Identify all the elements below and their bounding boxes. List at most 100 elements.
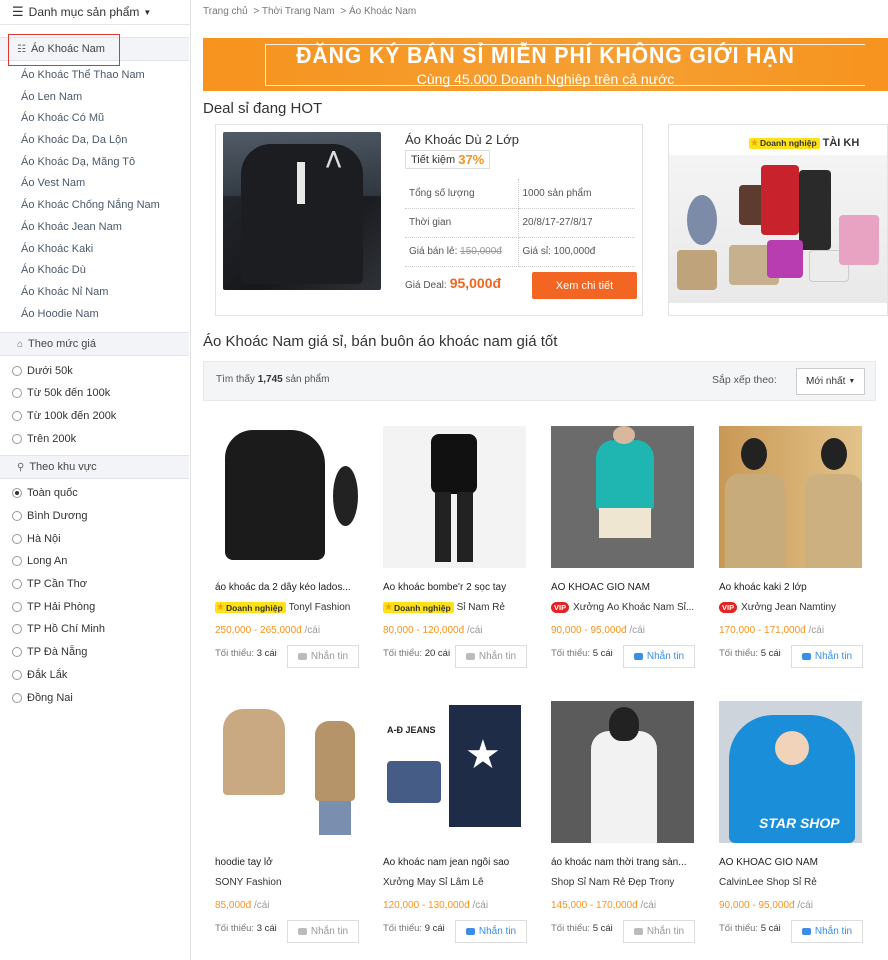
product-name[interactable]: hoodie tay lở <box>215 857 363 868</box>
product-shop[interactable]: SONY Fashion <box>215 877 367 888</box>
region-option[interactable]: TP Đà Nẵng <box>12 641 190 664</box>
product-shop[interactable]: CalvinLee Shop Sỉ Rẻ <box>719 877 871 888</box>
subcategory-item[interactable]: Áo Hoodie Nam <box>21 304 190 326</box>
product-image[interactable]: ★ A-Đ JEANS <box>383 701 526 843</box>
product-image[interactable] <box>551 426 694 568</box>
message-button[interactable]: Nhắn tin <box>791 645 863 668</box>
radio-button[interactable] <box>12 533 22 544</box>
product-image[interactable] <box>551 701 694 843</box>
product-image[interactable] <box>719 426 862 568</box>
product-card[interactable]: Áo khoác kaki 2 lớp VIP Xưởng Jean Namtin… <box>707 402 863 672</box>
radio-button[interactable] <box>12 410 22 421</box>
region-option[interactable]: Hà Nội <box>12 527 190 550</box>
product-shop[interactable]: VIP Xưởng Jean Namtiny <box>719 602 871 613</box>
region-option[interactable]: TP Cần Thơ <box>12 573 190 596</box>
radio-button[interactable] <box>12 647 22 658</box>
price-option[interactable]: Từ 50k đến 100k <box>12 382 190 405</box>
product-card[interactable]: Áo khoác bombe'r 2 sọc tay ★ Doanh nghiệp… <box>371 402 527 672</box>
product-shop[interactable]: ★ Doanh nghiệp Tonyl Fashion <box>215 602 367 613</box>
region-option[interactable]: Đồng Nai <box>12 686 190 709</box>
radio-button[interactable] <box>12 624 22 635</box>
shop-name[interactable]: CalvinLee Shop Sỉ Rẻ <box>719 877 817 888</box>
radio-button[interactable] <box>12 365 22 376</box>
message-button[interactable]: Nhắn tin <box>455 920 527 943</box>
shop-name[interactable]: Xưởng Jean Namtiny <box>741 602 836 613</box>
subcategory-item[interactable]: Áo Len Nam <box>21 87 190 109</box>
deal-title[interactable]: Áo Khoác Dù 2 Lớp <box>405 132 519 147</box>
product-image[interactable] <box>383 426 526 568</box>
shop-name[interactable]: Shop Sỉ Nam Rẻ Đẹp Trony <box>551 877 674 888</box>
product-name[interactable]: ÁO KHOÁC GIÓ NAM <box>551 582 699 593</box>
subcategory-item[interactable]: Áo Khoác Kaki <box>21 239 190 261</box>
product-name[interactable]: áo khoác nam thời trang sàn... <box>551 857 699 868</box>
subcategory-item[interactable]: Áo Vest Nam <box>21 173 190 195</box>
deal-price-value: 95,000đ <box>449 275 502 291</box>
subcategory-item[interactable]: Áo Khoác Dạ, Măng Tô <box>21 152 190 174</box>
deal-product-image[interactable]: ⋀ <box>223 132 381 290</box>
product-name[interactable]: Áo khoác bombe'r 2 sọc tay <box>383 582 531 593</box>
product-card[interactable]: STAR SHOP ÁO KHOÁC GIÓ NAM CalvinLee Sho… <box>707 677 863 947</box>
price-option[interactable]: Dưới 50k <box>12 359 190 382</box>
product-card[interactable]: ÁO KHOÁC GIÓ NAM VIP Xưởng Áo Khoác Nam S… <box>539 402 695 672</box>
region-option[interactable]: TP Hải Phòng <box>12 595 190 618</box>
message-button[interactable]: Nhắn tin <box>623 645 695 668</box>
category-menu-toggle[interactable]: ☰ Danh mục sản phẩm ▼ <box>0 0 190 25</box>
price-option[interactable]: Trên 200k <box>12 427 190 450</box>
shop-name[interactable]: Xưởng May Sỉ Lâm Lê <box>383 877 484 888</box>
promo-banner[interactable]: ĐĂNG KÝ BÁN SỈ MIỄN PHÍ KHÔNG GIỚI HẠN C… <box>203 38 888 91</box>
message-button[interactable]: Nhắn tin <box>623 920 695 943</box>
subcategory-item[interactable]: Áo Khoác Thể Thao Nam <box>21 65 190 87</box>
message-button[interactable]: Nhắn tin <box>791 920 863 943</box>
product-card[interactable]: áo khoác da 2 dây kéo lados... ★ Doanh ng… <box>203 402 359 672</box>
shop-name[interactable]: SONY Fashion <box>215 877 282 888</box>
product-card[interactable]: hoodie tay lở SONY Fashion 85,000đ /cái … <box>203 677 359 947</box>
breadcrumb-category[interactable]: > Thời Trang Nam <box>253 6 334 17</box>
region-option[interactable]: Long An <box>12 550 190 573</box>
subcategory-item[interactable]: Áo Khoác Da, Da Lộn <box>21 130 190 152</box>
region-option[interactable]: Đắk Lắk <box>12 664 190 687</box>
product-name[interactable]: ÁO KHOÁC GIÓ NAM <box>719 857 867 868</box>
message-button[interactable]: Nhắn tin <box>287 920 359 943</box>
product-image[interactable] <box>215 426 358 568</box>
breadcrumb-home[interactable]: Trang chủ <box>203 6 248 17</box>
radio-button[interactable] <box>12 511 22 522</box>
radio-button[interactable] <box>12 601 22 612</box>
radio-button[interactable] <box>12 669 22 680</box>
product-image[interactable] <box>215 701 358 843</box>
product-name[interactable]: Áo khoác nam jean ngôi sao <box>383 857 531 868</box>
product-shop[interactable]: VIP Xưởng Áo Khoác Nam Sỉ... <box>551 602 703 613</box>
shop-name[interactable]: Tonyl Fashion <box>289 602 351 613</box>
product-name[interactable]: Áo khoác kaki 2 lớp <box>719 582 867 593</box>
product-shop[interactable]: Shop Sỉ Nam Rẻ Đẹp Trony <box>551 877 703 888</box>
subcategory-item[interactable]: Áo Khoác Chống Nắng Nam <box>21 195 190 217</box>
view-detail-button[interactable]: Xem chi tiết <box>532 272 637 299</box>
message-button[interactable]: Nhắn tin <box>287 645 359 668</box>
subcategory-item[interactable]: Áo Khoác Có Mũ <box>21 108 190 130</box>
price-option[interactable]: Từ 100k đến 200k <box>12 405 190 428</box>
product-card[interactable]: ★ A-Đ JEANS Áo khoác nam jean ngôi sao Xư… <box>371 677 527 947</box>
shop-name[interactable]: Xưởng Áo Khoác Nam Sỉ... <box>573 602 694 613</box>
quantity-value: 1000 sản phẩm <box>518 179 635 209</box>
radio-button[interactable] <box>12 579 22 590</box>
subcategory-item[interactable]: Áo Khoác Dù <box>21 260 190 282</box>
radio-button[interactable] <box>12 556 22 567</box>
business-ad[interactable]: ★ Doanh nghiệp TÀI KH <box>668 124 888 316</box>
radio-button[interactable] <box>12 488 22 499</box>
shop-name[interactable]: Sỉ Nam Rẻ <box>457 602 505 613</box>
radio-button[interactable] <box>12 692 22 703</box>
region-option[interactable]: Bình Dương <box>12 505 190 528</box>
product-shop[interactable]: Xưởng May Sỉ Lâm Lê <box>383 877 535 888</box>
product-card[interactable]: áo khoác nam thời trang sàn... Shop Sỉ N… <box>539 677 695 947</box>
subcategory-item[interactable]: Áo Khoác Nỉ Nam <box>21 282 190 304</box>
product-name[interactable]: áo khoác da 2 dây kéo lados... <box>215 582 363 593</box>
radio-button[interactable] <box>12 388 22 399</box>
region-option[interactable]: TP Hồ Chí Minh <box>12 618 190 641</box>
region-option[interactable]: Toàn quốc <box>12 482 190 505</box>
radio-button[interactable] <box>12 433 22 444</box>
radio-label: Từ 50k đến 100k <box>27 387 111 400</box>
product-image[interactable]: STAR SHOP <box>719 701 862 843</box>
subcategory-item[interactable]: Áo Khoác Jean Nam <box>21 217 190 239</box>
sort-select[interactable]: Mới nhất ▼ <box>796 368 865 395</box>
product-shop[interactable]: ★ Doanh nghiệp Sỉ Nam Rẻ <box>383 602 535 613</box>
message-button[interactable]: Nhắn tin <box>455 645 527 668</box>
